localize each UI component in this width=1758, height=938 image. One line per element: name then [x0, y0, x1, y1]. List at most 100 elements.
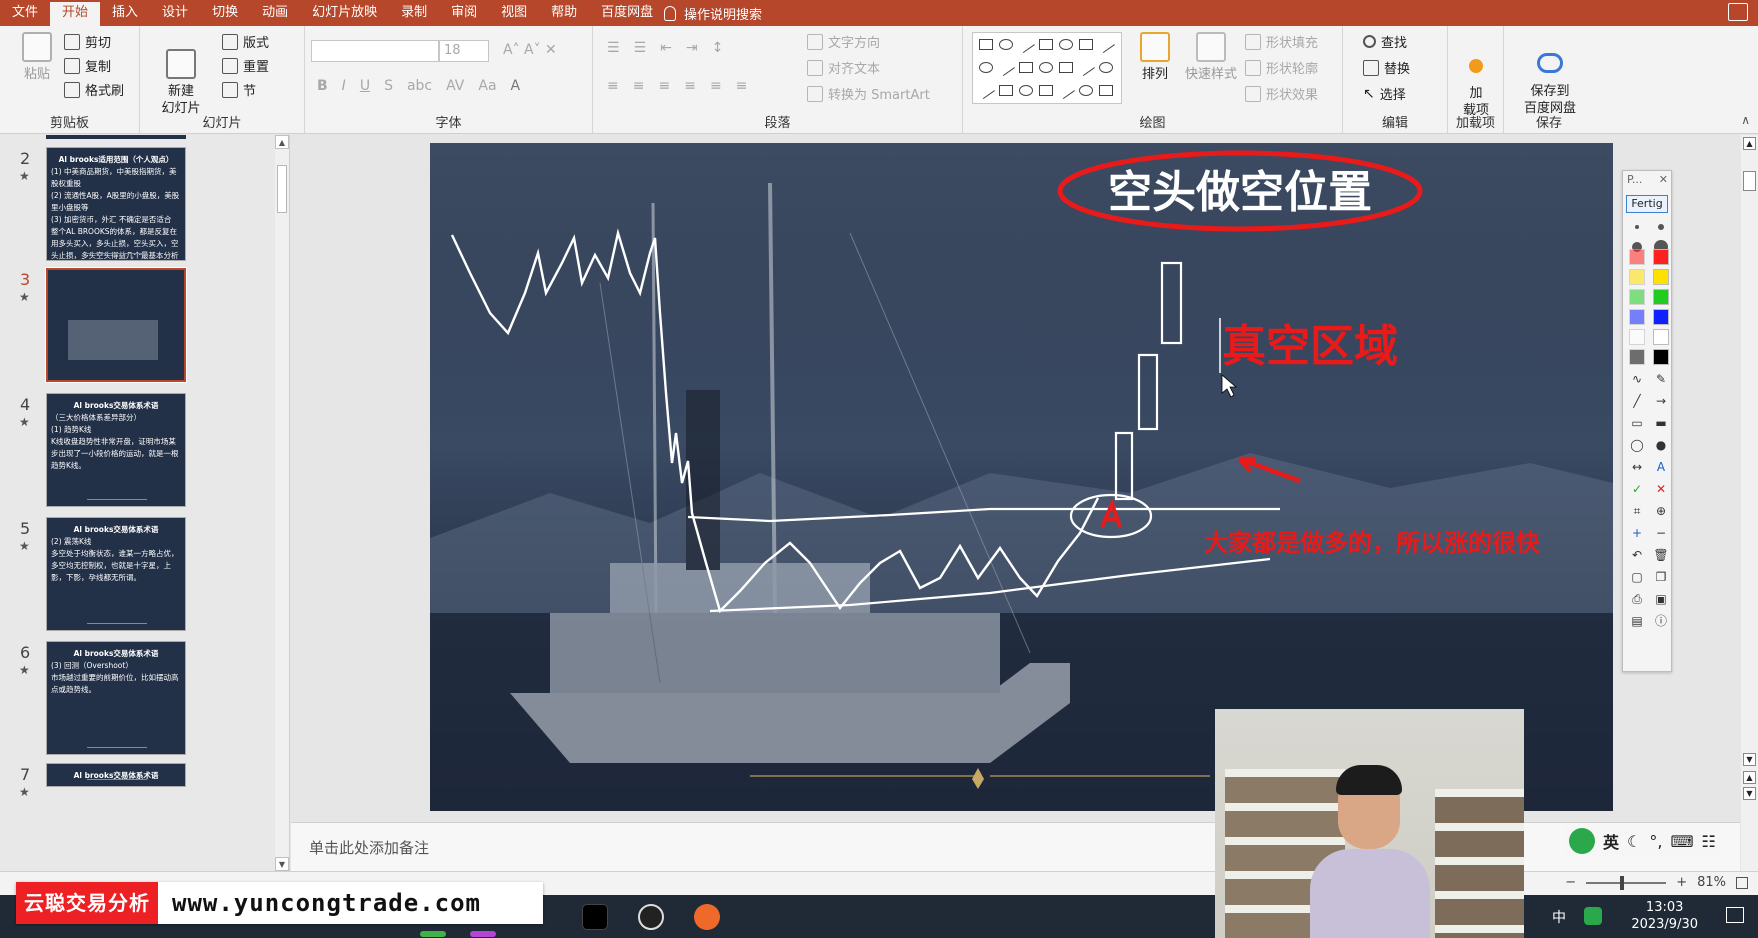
quick-styles-button[interactable]: 快速样式 — [1181, 32, 1241, 83]
check-icon[interactable]: ✓ — [1629, 481, 1645, 497]
save-baidu-button[interactable]: 保存到 百度网盘 — [1512, 36, 1588, 117]
slide-thumbnail[interactable]: Al brooks交易体系术语 （三大价格体系差异部分） (1) 趋势K线 K线收盘趋… — [46, 393, 186, 507]
punctuation-icon[interactable]: °, — [1649, 832, 1662, 851]
new-slide-button[interactable]: 新建 幻灯片 — [156, 32, 206, 117]
ellipse-icon[interactable]: ◯ — [1629, 437, 1645, 453]
scroll-up-icon[interactable]: ▲ — [1743, 137, 1756, 150]
addins-button[interactable]: 加 载项 — [1456, 36, 1496, 119]
slide-thumbnail[interactable]: Al brooks交易体系术语 (2) 震荡K线 多空处于均衡状态，谁某一方略占优，… — [46, 517, 186, 631]
notification-icon[interactable] — [1726, 907, 1744, 923]
ink-color-swatch[interactable] — [1653, 349, 1669, 365]
grid-icon[interactable]: ☷ — [1702, 832, 1716, 851]
zoom-icon[interactable]: ⊕ — [1653, 503, 1669, 519]
menu-tab[interactable]: 视图 — [489, 0, 539, 26]
shape-option[interactable] — [977, 81, 995, 100]
text-direction-button[interactable]: 文字方向 — [807, 32, 880, 51]
scroll-down-icon[interactable]: ▼ — [1743, 753, 1756, 766]
zoom-in-icon[interactable]: + — [1676, 875, 1687, 890]
shape-option[interactable] — [1017, 35, 1035, 54]
slide-thumbnail[interactable]: Al brooks交易体系术语 — [46, 763, 186, 787]
menu-tab[interactable]: 审阅 — [439, 0, 489, 26]
ink-color-swatch[interactable] — [1629, 309, 1645, 325]
tell-me-search[interactable]: 操作说明搜索 — [664, 0, 762, 26]
menu-tab[interactable]: 动画 — [250, 0, 300, 26]
scroll-thumb[interactable] — [277, 165, 287, 213]
pen-size-dot[interactable] — [1629, 219, 1645, 235]
align-buttons[interactable]: ≡ ≡ ≡ ≡ ≡ ≡ — [607, 78, 747, 94]
sogou-tray-icon[interactable] — [1584, 907, 1602, 925]
shape-option[interactable] — [1039, 39, 1053, 50]
select-button[interactable]: ↖ 选择 — [1363, 84, 1406, 104]
shape-option[interactable] — [1079, 85, 1093, 96]
shape-option[interactable] — [1079, 39, 1093, 50]
zoom-control[interactable]: − + 81% — [1565, 875, 1748, 890]
replace-button[interactable]: 替换 — [1363, 58, 1410, 77]
app-orange-icon[interactable] — [694, 904, 720, 930]
zoom-out-icon[interactable]: − — [1565, 875, 1576, 890]
font-size-combo[interactable]: 18 — [439, 40, 489, 62]
menu-tab[interactable]: 开始 — [50, 2, 101, 26]
thumbnail-scrollbar[interactable]: ▲ ▼ — [275, 135, 289, 871]
new-page-icon[interactable]: ▢ — [1629, 569, 1645, 585]
line-icon[interactable]: ╱ — [1629, 393, 1645, 409]
menu-tab[interactable]: 切换 — [200, 0, 250, 26]
ink-color-swatch[interactable] — [1629, 289, 1645, 305]
shape-option[interactable] — [979, 39, 993, 50]
minus-icon[interactable]: − — [1653, 525, 1669, 541]
ink-color-swatch[interactable] — [1629, 249, 1645, 265]
shape-option[interactable] — [1057, 81, 1075, 100]
fit-slide-icon[interactable] — [1736, 876, 1748, 889]
copy-button[interactable]: 复制 — [64, 56, 111, 75]
font-name-combo[interactable] — [311, 40, 439, 62]
menu-tab[interactable]: 帮助 — [539, 0, 589, 26]
double-arrow-icon[interactable]: ↔ — [1629, 459, 1645, 475]
shape-option[interactable] — [979, 62, 993, 73]
moon-icon[interactable]: ☾ — [1627, 832, 1641, 851]
paste-button[interactable]: 粘贴 — [14, 32, 60, 83]
menu-tab[interactable]: 设计 — [150, 0, 200, 26]
scroll-up-icon[interactable]: ▲ — [275, 135, 289, 149]
plus-icon[interactable]: + — [1629, 525, 1645, 541]
shape-option[interactable] — [1019, 85, 1033, 96]
ink-curve-icon[interactable]: ∿ — [1629, 371, 1645, 387]
text-icon[interactable]: A — [1653, 459, 1669, 475]
obs-icon[interactable] — [638, 904, 664, 930]
copy-page-icon[interactable]: ❐ — [1653, 569, 1669, 585]
menu-tab[interactable]: 幻灯片放映 — [300, 0, 389, 26]
shape-option[interactable] — [999, 85, 1013, 96]
font-style-buttons[interactable]: B I U Sabc AV Aa A — [317, 78, 520, 94]
close-icon[interactable]: ✕ — [1659, 173, 1668, 186]
ime-toolbar[interactable]: 英 ☾ °, ⌨ ☷ — [1565, 826, 1720, 856]
print-icon[interactable]: ⎙ — [1629, 591, 1645, 607]
menu-tab[interactable]: 百度网盘 — [589, 0, 665, 26]
format-painter-button[interactable]: 格式刷 — [64, 80, 124, 99]
menu-tab[interactable]: 插入 — [100, 0, 150, 26]
rectangle-icon[interactable]: ▭ — [1629, 415, 1645, 431]
pen-preset-button[interactable]: Fertig — [1626, 195, 1668, 213]
tray-ime[interactable]: 中 — [1552, 907, 1566, 927]
capcut-icon[interactable] — [582, 904, 608, 930]
shape-outline-button[interactable]: 形状轮廓 — [1245, 58, 1318, 77]
shape-option[interactable] — [1097, 35, 1115, 54]
cut-button[interactable]: 剪切 — [64, 32, 111, 51]
ink-color-swatch[interactable] — [1629, 269, 1645, 285]
eraser-icon[interactable]: ✎ — [1653, 371, 1669, 387]
smartart-button[interactable]: 转换为 SmartArt — [807, 84, 930, 103]
slide-thumbnail[interactable] — [45, 267, 187, 383]
shapes-gallery[interactable] — [972, 32, 1122, 104]
crop-icon[interactable]: ⌗ — [1629, 503, 1645, 519]
find-button[interactable]: 查找 — [1363, 32, 1407, 51]
reset-button[interactable]: 重置 — [222, 56, 269, 75]
section-button[interactable]: 节 — [222, 80, 256, 99]
filled-ellipse-icon[interactable]: ● — [1653, 437, 1669, 453]
shape-option[interactable] — [1039, 62, 1053, 73]
shape-option[interactable] — [1077, 58, 1095, 77]
scroll-down-icon[interactable]: ▼ — [275, 857, 289, 871]
arrow-icon[interactable]: → — [1653, 393, 1669, 409]
shape-fill-button[interactable]: 形状填充 — [1245, 32, 1318, 51]
shape-option[interactable] — [1059, 62, 1073, 73]
arrange-button[interactable]: 排列 — [1133, 32, 1177, 83]
shape-option[interactable] — [1059, 39, 1073, 50]
ink-color-swatch[interactable] — [1629, 349, 1645, 365]
tray-clock[interactable]: 13:03 2023/9/30 — [1631, 899, 1698, 933]
